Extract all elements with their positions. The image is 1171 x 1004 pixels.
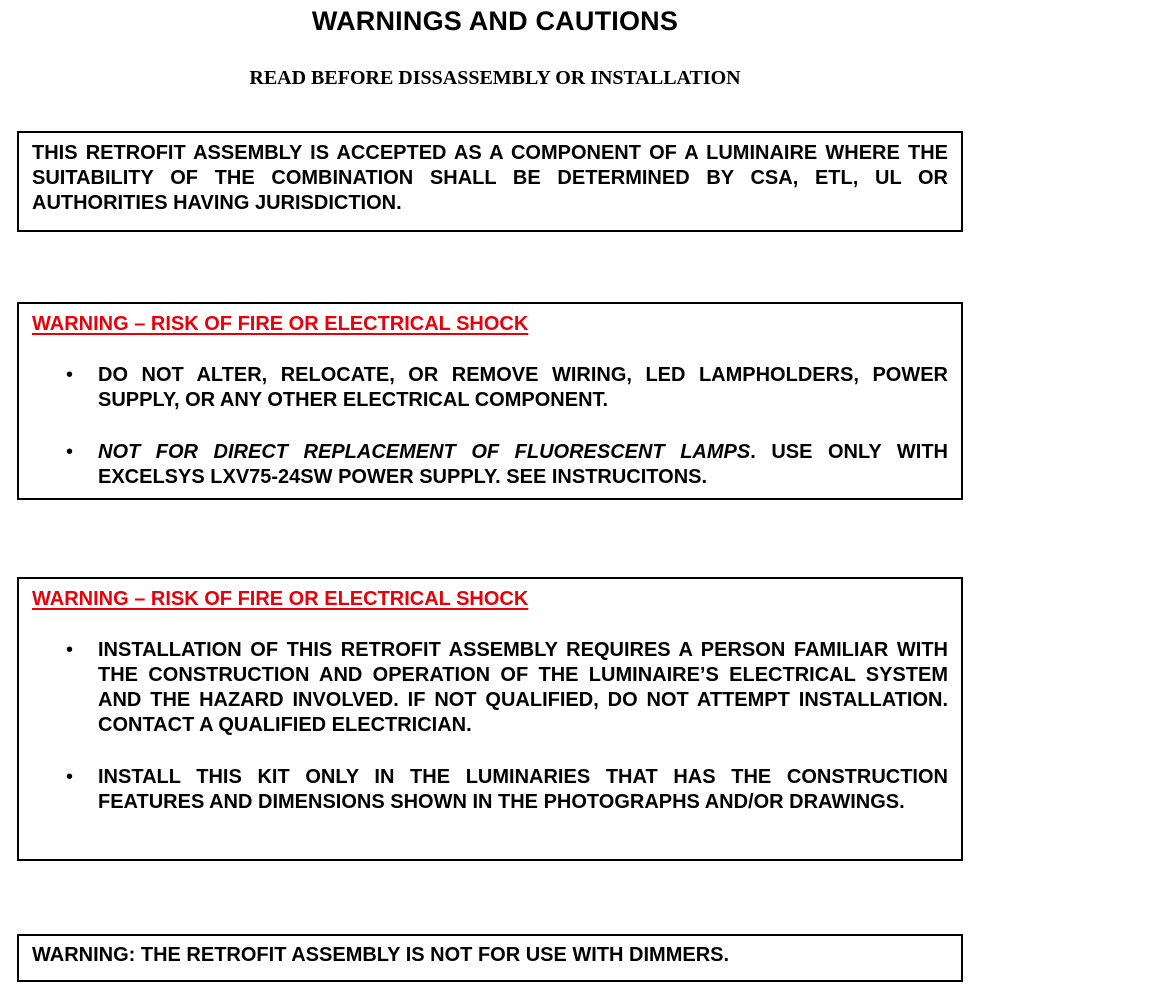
bullet-icon: •	[66, 639, 74, 661]
list-item: • DO NOT ALTER, RELOCATE, OR REMOVE WIRI…	[32, 363, 948, 413]
bullet-icon: •	[66, 364, 74, 386]
warning-heading-2: WARNING – RISK OF FIRE OR ELECTRICAL SHO…	[32, 588, 529, 610]
warning-box-2: WARNING – RISK OF FIRE OR ELECTRICAL SHO…	[17, 577, 963, 861]
bullet-icon: •	[66, 766, 74, 788]
warning-list-2: • INSTALLATION OF THIS RETROFIT ASSEMBLY…	[32, 638, 948, 815]
warning-box-1: WARNING – RISK OF FIRE OR ELECTRICAL SHO…	[17, 302, 963, 500]
page-title: WARNINGS AND CAUTIONS	[311, 6, 679, 36]
bullet-text: INSTALL THIS KIT ONLY IN THE LUMINARIES …	[98, 766, 948, 813]
notice-box: THIS RETROFIT ASSEMBLY IS ACCEPTED AS A …	[17, 131, 963, 232]
warning-list-1: • DO NOT ALTER, RELOCATE, OR REMOVE WIRI…	[32, 363, 948, 490]
list-item: • INSTALLATION OF THIS RETROFIT ASSEMBLY…	[32, 638, 948, 738]
warning-heading-1: WARNING – RISK OF FIRE OR ELECTRICAL SHO…	[32, 313, 529, 335]
dimmer-warning-box: WARNING: THE RETROFIT ASSEMBLY IS NOT FO…	[17, 934, 963, 982]
page-subtitle: READ BEFORE DISSASSEMBLY OR INSTALLATION	[249, 67, 741, 89]
bullet-text: DO NOT ALTER, RELOCATE, OR REMOVE WIRING…	[98, 364, 948, 411]
notice-text: THIS RETROFIT ASSEMBLY IS ACCEPTED AS A …	[32, 142, 948, 214]
bullet-italic-text: NOT FOR DIRECT REPLACEMENT OF FLUORESCEN…	[98, 441, 751, 463]
list-item: • NOT FOR DIRECT REPLACEMENT OF FLUORESC…	[32, 440, 948, 490]
bullet-text: INSTALLATION OF THIS RETROFIT ASSEMBLY R…	[98, 639, 948, 736]
list-item: • INSTALL THIS KIT ONLY IN THE LUMINARIE…	[32, 765, 948, 815]
bullet-icon: •	[66, 441, 74, 463]
dimmer-warning-text: WARNING: THE RETROFIT ASSEMBLY IS NOT FO…	[32, 944, 730, 966]
